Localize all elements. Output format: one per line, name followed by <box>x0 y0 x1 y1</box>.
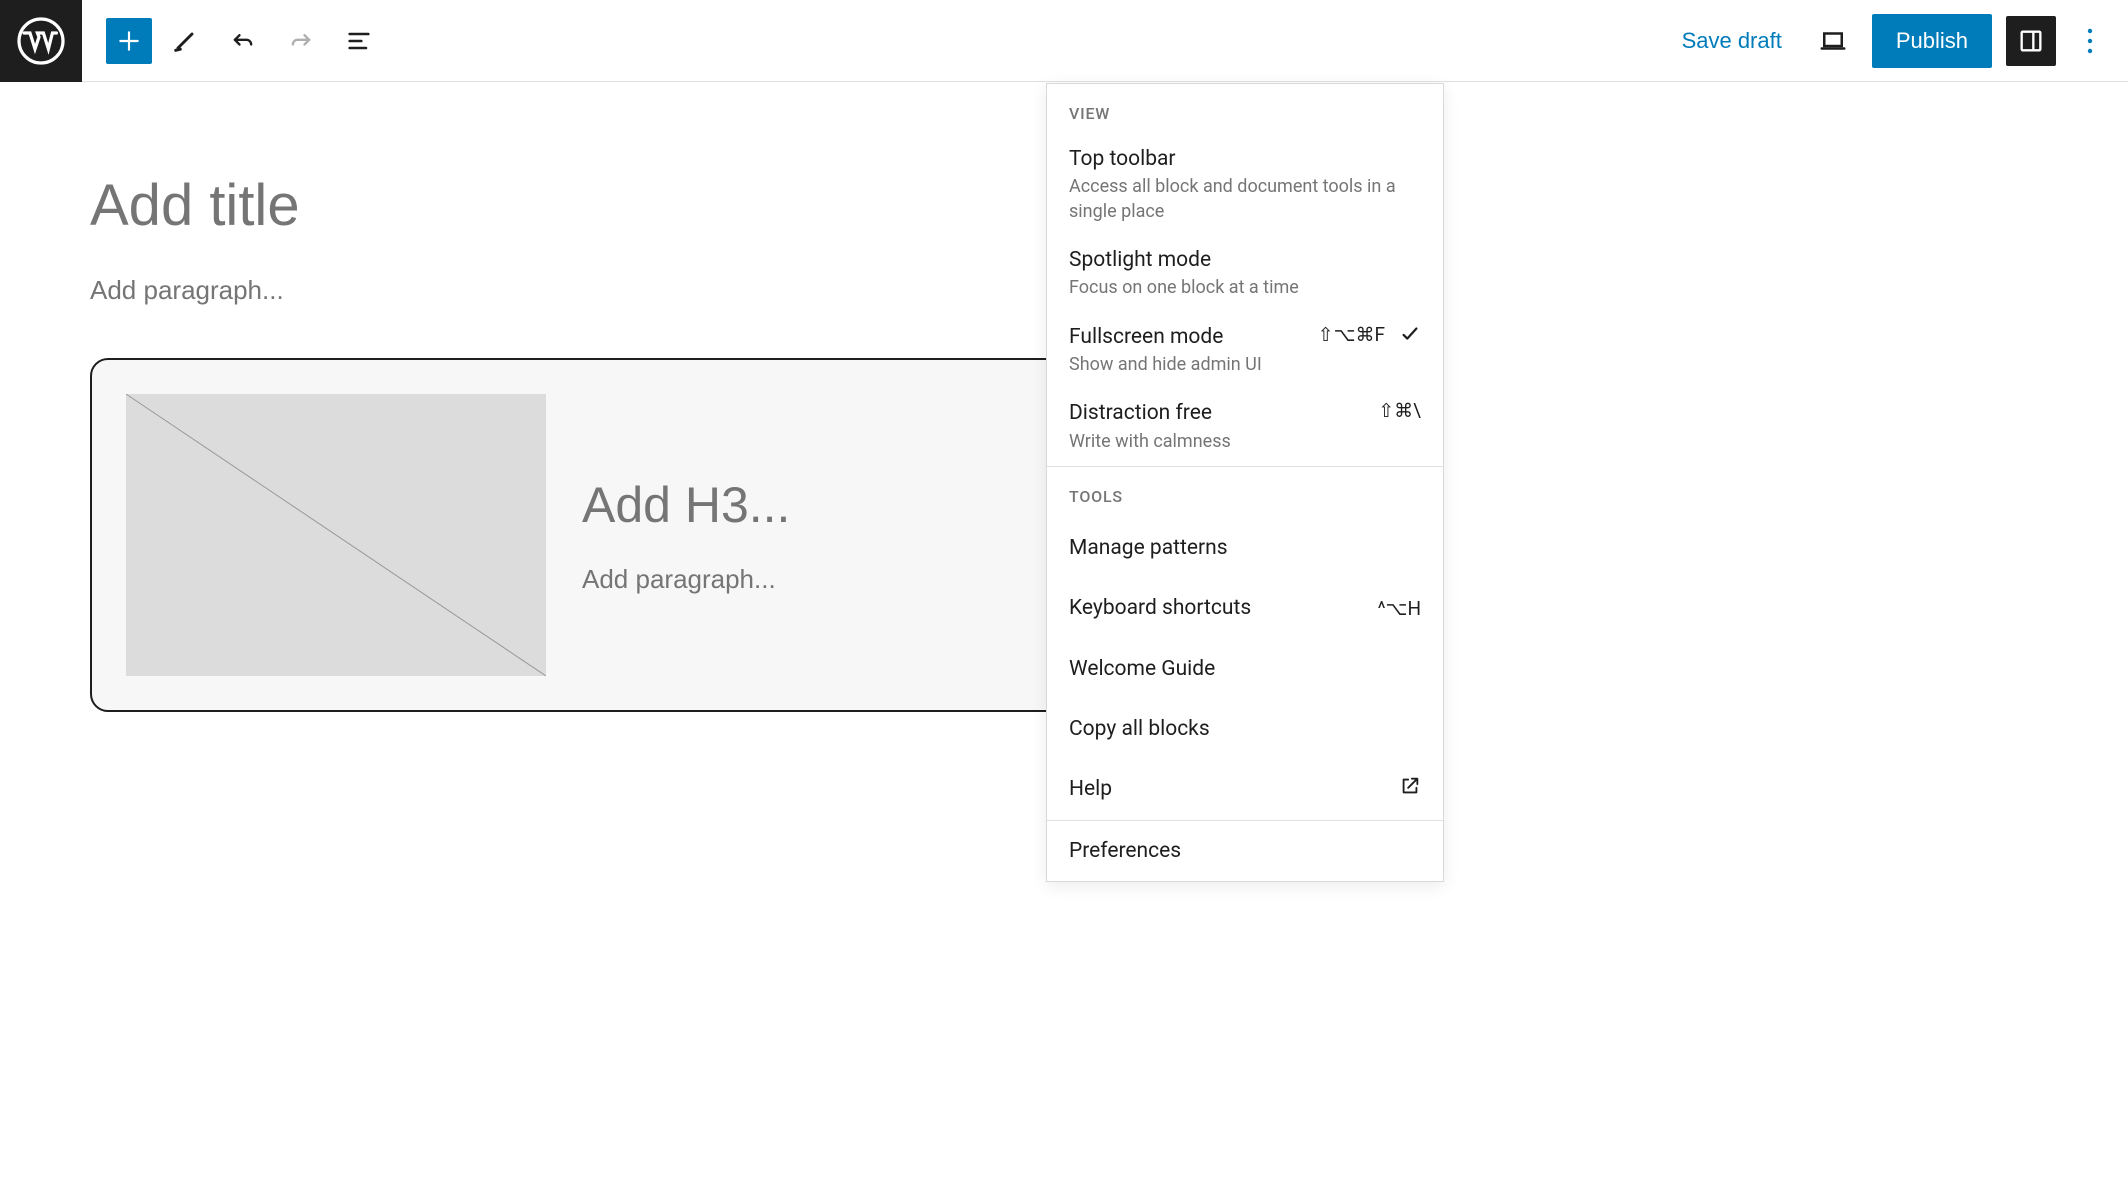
options-dropdown-menu: VIEW Top toolbar Access all block and do… <box>1046 83 1444 882</box>
check-icon <box>1399 323 1421 345</box>
pencil-icon <box>171 27 199 55</box>
menu-item-help[interactable]: Help <box>1047 759 1443 819</box>
edit-mode-button[interactable] <box>160 16 210 66</box>
menu-item-desc: Write with calmness <box>1069 430 1366 454</box>
wordpress-icon <box>17 17 65 65</box>
vertical-dots-icon <box>2087 28 2093 54</box>
menu-item-label: Manage patterns <box>1069 534 1228 562</box>
menu-item-shortcut: ⇧⌥⌘F <box>1318 323 1385 346</box>
undo-button[interactable] <box>218 16 268 66</box>
menu-item-label: Welcome Guide <box>1069 655 1215 683</box>
h3-heading-input[interactable] <box>582 476 1045 534</box>
menu-item-welcome-guide[interactable]: Welcome Guide <box>1047 639 1443 699</box>
menu-item-spotlight-mode[interactable]: Spotlight mode Focus on one block at a t… <box>1047 236 1443 313</box>
media-paragraph-input[interactable] <box>582 564 1045 595</box>
redo-button <box>276 16 326 66</box>
publish-button[interactable]: Publish <box>1872 14 1992 68</box>
menu-item-top-toolbar[interactable]: Top toolbar Access all block and documen… <box>1047 135 1443 236</box>
more-options-button[interactable] <box>2070 16 2110 66</box>
wordpress-logo[interactable] <box>0 0 82 82</box>
menu-item-label: Spotlight mode <box>1069 246 1421 274</box>
panel-icon <box>2017 27 2045 55</box>
dropdown-section-tools: TOOLS <box>1047 467 1443 518</box>
dropdown-section-view: VIEW <box>1047 84 1443 135</box>
media-text-block[interactable] <box>90 358 1081 712</box>
add-block-button[interactable] <box>106 18 152 64</box>
menu-item-label: Keyboard shortcuts <box>1069 594 1251 622</box>
menu-item-preferences[interactable]: Preferences <box>1047 821 1443 881</box>
list-icon <box>345 27 373 55</box>
menu-item-label: Preferences <box>1069 837 1181 865</box>
menu-item-desc: Focus on one block at a time <box>1069 276 1421 300</box>
media-text-column <box>582 394 1045 676</box>
menu-item-keyboard-shortcuts[interactable]: Keyboard shortcuts ^⌥H <box>1047 578 1443 638</box>
save-draft-button[interactable]: Save draft <box>1670 20 1794 62</box>
redo-icon <box>287 27 315 55</box>
media-placeholder-image[interactable] <box>126 394 546 676</box>
document-overview-button[interactable] <box>334 16 384 66</box>
menu-item-label: Top toolbar <box>1069 145 1421 173</box>
settings-sidebar-button[interactable] <box>2006 16 2056 66</box>
plus-icon <box>116 28 142 54</box>
external-link-icon <box>1399 775 1421 797</box>
view-device-button[interactable] <box>1808 16 1858 66</box>
toolbar-right-group: Save draft Publish <box>1670 14 2128 68</box>
menu-item-label: Fullscreen mode <box>1069 323 1306 351</box>
undo-icon <box>229 27 257 55</box>
menu-item-shortcut: ^⌥H <box>1378 597 1421 620</box>
menu-item-manage-patterns[interactable]: Manage patterns <box>1047 518 1443 578</box>
menu-item-label: Distraction free <box>1069 399 1366 427</box>
menu-item-label: Help <box>1069 775 1112 803</box>
menu-item-fullscreen-mode[interactable]: Fullscreen mode Show and hide admin UI ⇧… <box>1047 313 1443 390</box>
toolbar-left-group <box>106 16 384 66</box>
menu-item-label: Copy all blocks <box>1069 715 1210 743</box>
diagonal-line-icon <box>126 394 546 676</box>
laptop-icon <box>1818 26 1848 56</box>
menu-item-desc: Show and hide admin UI <box>1069 353 1306 377</box>
menu-item-copy-all-blocks[interactable]: Copy all blocks <box>1047 699 1443 759</box>
menu-item-desc: Access all block and document tools in a… <box>1069 175 1421 224</box>
menu-item-distraction-free[interactable]: Distraction free Write with calmness ⇧⌘\ <box>1047 389 1443 466</box>
top-toolbar: Save draft Publish <box>0 0 2128 82</box>
menu-item-shortcut: ⇧⌘\ <box>1378 399 1421 422</box>
